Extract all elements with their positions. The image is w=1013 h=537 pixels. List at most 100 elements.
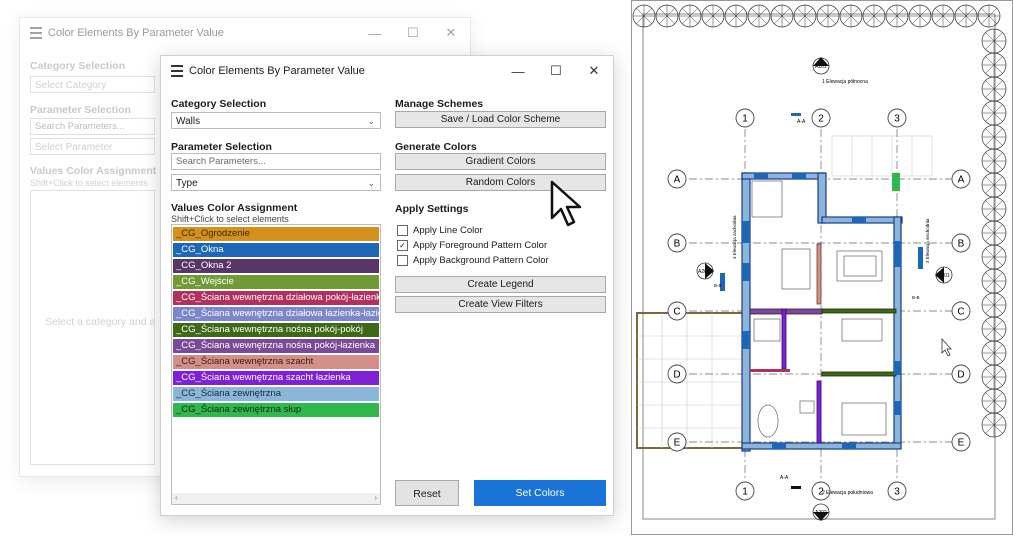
section-mark-top bbox=[791, 113, 801, 116]
tree-icon bbox=[981, 172, 1007, 198]
values-list[interactable]: _CG_Ogrodzenie _CG_Okna _CG_Okna 2 _CG_Wejś… bbox=[171, 224, 381, 505]
shaft-bath-wall bbox=[781, 308, 787, 370]
checkbox-box[interactable] bbox=[397, 225, 408, 236]
background-parameter-select[interactable]: Select Parameter bbox=[30, 138, 155, 155]
reset-button[interactable]: Reset bbox=[395, 480, 459, 506]
chevron-down-icon: ⌄ bbox=[367, 178, 375, 188]
elevation-tag-bottom: A202 2 Elewacja południowa bbox=[812, 490, 873, 521]
tree-icon bbox=[701, 4, 725, 28]
bearing-wall-room-2 bbox=[821, 371, 897, 377]
scroll-left-icon[interactable]: ‹ bbox=[175, 493, 178, 502]
maximize-icon[interactable]: ☐ bbox=[394, 18, 432, 48]
tree-icon bbox=[747, 4, 771, 28]
minimize-icon[interactable]: — bbox=[499, 56, 537, 86]
parameter-value: Type bbox=[176, 178, 198, 189]
horizontal-scrollbar[interactable]: ‹ › bbox=[172, 493, 380, 504]
title-bar: Color Elements By Parameter Value — ☐ ✕ bbox=[161, 56, 613, 86]
apply-line-color-label: Apply Line Color bbox=[413, 225, 483, 236]
close-icon[interactable]: ✕ bbox=[432, 18, 470, 48]
value-color-item[interactable]: _CG_Okna bbox=[173, 243, 379, 257]
value-color-item[interactable]: _CG_Ściana wewnętrzna szacht łazienka bbox=[173, 371, 379, 385]
maximize-icon[interactable]: ☐ bbox=[537, 56, 575, 86]
shaft-wall bbox=[816, 243, 822, 305]
values-label: Values Color Assignment bbox=[171, 202, 298, 214]
values-hint: Shift+Click to select elements bbox=[171, 214, 289, 224]
svg-text:B-B: B-B bbox=[912, 295, 920, 300]
tree-icon bbox=[981, 76, 1007, 102]
tree-icon bbox=[908, 4, 932, 28]
svg-text:E: E bbox=[674, 438, 681, 449]
tree-icon bbox=[981, 220, 1007, 246]
svg-text:B-B: B-B bbox=[714, 283, 722, 288]
terrace-paving-grid bbox=[637, 313, 745, 448]
create-view-filters-button[interactable]: Create View Filters bbox=[395, 296, 606, 313]
background-category-select[interactable]: Select Category bbox=[30, 76, 155, 93]
value-color-item[interactable]: _CG_Wejście bbox=[173, 275, 379, 289]
value-color-item[interactable]: _CG_Ściana wewnętrzna szacht bbox=[173, 355, 379, 369]
grid-bubble-C-left: C bbox=[667, 301, 687, 321]
floor-plan-drawing: 112233A AB BC CD DE E A-A A-A A201 1 Elewacja… bbox=[632, 4, 1007, 521]
grid-bubble-3-top: 3 bbox=[887, 108, 907, 128]
manage-schemes-label: Manage Schemes bbox=[395, 98, 484, 110]
apply-foreground-pattern-checkbox[interactable]: ✓ Apply Foreground Pattern Color bbox=[397, 240, 547, 251]
close-icon[interactable]: ✕ bbox=[575, 56, 613, 86]
apply-background-pattern-checkbox[interactable]: Apply Background Pattern Color bbox=[397, 255, 549, 266]
tree-icon bbox=[678, 4, 702, 28]
parameter-label: Parameter Selection bbox=[171, 141, 272, 153]
tree-icon bbox=[954, 4, 978, 28]
background-values-list: Select a category and a parameter value bbox=[30, 190, 155, 465]
create-legend-button[interactable]: Create Legend bbox=[395, 276, 606, 293]
tree-icon bbox=[862, 4, 886, 28]
svg-text:A: A bbox=[674, 175, 681, 186]
svg-text:4 Elewacja zachodnia: 4 Elewacja zachodnia bbox=[732, 215, 737, 259]
exterior-wall-north-b bbox=[817, 172, 827, 224]
grid-bubble-D-right: D bbox=[951, 364, 971, 384]
svg-text:A202: A202 bbox=[815, 510, 827, 516]
svg-text:C: C bbox=[673, 307, 680, 318]
background-parameter-search[interactable]: Search Parameters... bbox=[30, 118, 155, 135]
save-load-scheme-button[interactable]: Save / Load Color Scheme bbox=[395, 111, 606, 128]
floor-plan-view[interactable]: 112233AABBCCDDEE A-A A-A A201 1 Elewacja… bbox=[631, 0, 1013, 535]
tree-icon bbox=[724, 4, 748, 28]
svg-text:1: 1 bbox=[742, 487, 748, 498]
parameter-select[interactable]: Type ⌄ bbox=[171, 174, 381, 191]
elevation-tag-top: A201 1 Elewacja północna bbox=[812, 57, 868, 85]
gradient-colors-button[interactable]: Gradient Colors bbox=[395, 153, 606, 170]
tree-icon bbox=[981, 268, 1007, 294]
value-color-item[interactable]: _CG_Ściana wewnętrzna nośna pokój-pokój bbox=[173, 323, 379, 337]
value-color-item[interactable]: _CG_Ściana wewnętrzna nośna pokój-łazien… bbox=[173, 339, 379, 353]
apply-settings-label: Apply Settings bbox=[395, 203, 469, 215]
value-color-item[interactable]: _CG_Ściana zewnętrzna bbox=[173, 387, 379, 401]
value-color-item[interactable]: _CG_Ściana wewnętrzna działowa łazienka-… bbox=[173, 307, 379, 321]
value-color-item[interactable]: _CG_Ściana zewnętrzna słup bbox=[173, 403, 379, 417]
svg-text:E: E bbox=[958, 438, 965, 449]
grid-bubble-3-bottom: 3 bbox=[887, 481, 907, 501]
window-title: Color Elements By Parameter Value bbox=[189, 65, 365, 77]
value-color-item[interactable]: _CG_Okna 2 bbox=[173, 259, 379, 273]
svg-text:1: 1 bbox=[742, 114, 748, 125]
background-empty-message: Select a category and a parameter value bbox=[45, 316, 155, 328]
tree-icon bbox=[981, 196, 1007, 222]
plan-cursor-icon bbox=[941, 337, 952, 357]
svg-text:C: C bbox=[957, 307, 964, 318]
background-parameter-label: Parameter Selection bbox=[30, 104, 131, 116]
tree-icon bbox=[981, 28, 1007, 54]
exterior-wall-south bbox=[741, 442, 902, 450]
minimize-icon[interactable]: — bbox=[356, 18, 394, 48]
exterior-wall-west bbox=[741, 172, 751, 452]
tree-icon bbox=[977, 4, 1001, 28]
value-color-item[interactable]: _CG_Ogrodzenie bbox=[173, 227, 379, 241]
value-color-item[interactable]: _CG_Ściana wewnętrzna działowa pokój-łaz… bbox=[173, 291, 379, 305]
scroll-right-icon[interactable]: › bbox=[374, 493, 377, 502]
category-select[interactable]: Walls ⌄ bbox=[171, 112, 381, 129]
svg-text:B: B bbox=[674, 239, 681, 250]
checkbox-box[interactable]: ✓ bbox=[397, 240, 408, 251]
checkbox-box[interactable] bbox=[397, 255, 408, 266]
parameter-search-input[interactable]: Search Parameters... bbox=[171, 153, 381, 170]
svg-text:2 Elewacja południowa: 2 Elewacja południowa bbox=[822, 490, 873, 496]
set-colors-button[interactable]: Set Colors bbox=[474, 480, 606, 506]
main-window: Color Elements By Parameter Value — ☐ ✕ … bbox=[160, 55, 614, 516]
tree-icon bbox=[981, 292, 1007, 318]
apply-line-color-checkbox[interactable]: Apply Line Color bbox=[397, 225, 483, 236]
svg-text:A201: A201 bbox=[938, 273, 950, 279]
